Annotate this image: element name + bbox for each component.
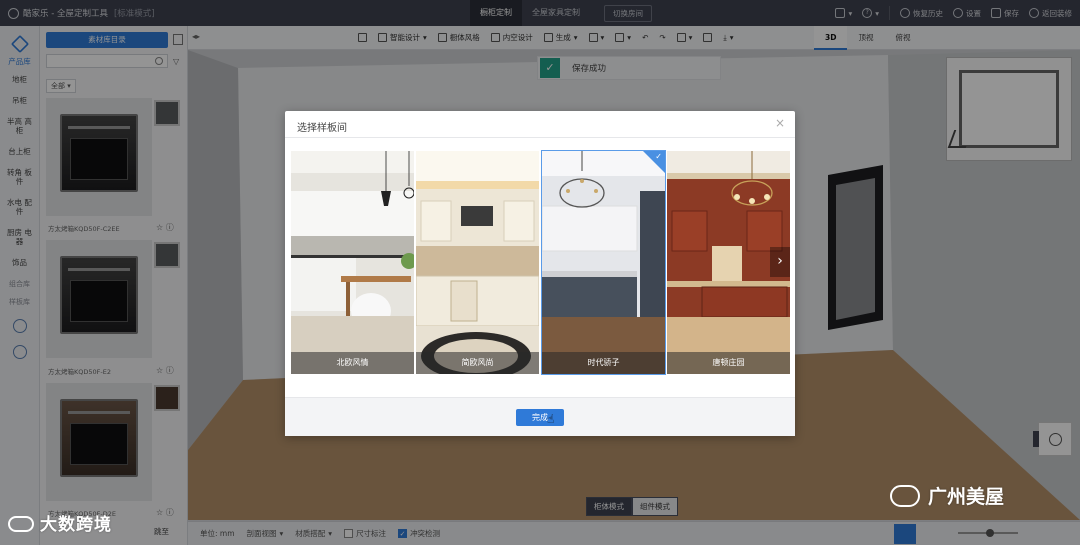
template-card-euro[interactable]: 简欧风尚 — [416, 151, 539, 374]
nordic-kitchen-image — [291, 151, 414, 374]
template-card-label: 简欧风尚 — [416, 352, 539, 374]
wechat-icon — [890, 485, 920, 507]
done-button[interactable]: 完成 — [516, 409, 564, 426]
template-card-label: 北欧风情 — [291, 352, 414, 374]
watermark-left-text: 大数跨境 — [40, 515, 112, 535]
dialog-title: 选择样板间 — [297, 123, 347, 134]
dialog-footer: 完成 ☝ — [285, 397, 795, 436]
template-card-nordic[interactable]: 北欧风情 — [291, 151, 414, 374]
divider — [285, 137, 795, 138]
watermark-right-text: 广州美屋 — [928, 486, 1005, 508]
template-room-dialog: 选择样板间 × 北欧风情 简欧风尚 ✓ 时代骄子 唐顿庄园 › 完成 ☝ — [285, 111, 795, 436]
selected-check-icon: ✓ — [655, 152, 662, 161]
close-icon[interactable]: × — [775, 116, 785, 130]
template-card-label: 时代骄子 — [542, 352, 665, 374]
watermark-right: 广州美屋 — [890, 482, 1004, 509]
mouse-cursor-icon: ☝ — [547, 412, 555, 426]
watermark-left: 大数跨境 — [8, 510, 112, 535]
template-card-modern[interactable]: ✓ 时代骄子 — [541, 150, 666, 375]
watermark-logo-icon — [8, 516, 34, 532]
template-card-label: 唐顿庄园 — [667, 352, 790, 374]
next-page-button[interactable]: › — [770, 247, 790, 277]
euro-kitchen-image — [416, 151, 539, 374]
modern-kitchen-image — [542, 151, 665, 374]
